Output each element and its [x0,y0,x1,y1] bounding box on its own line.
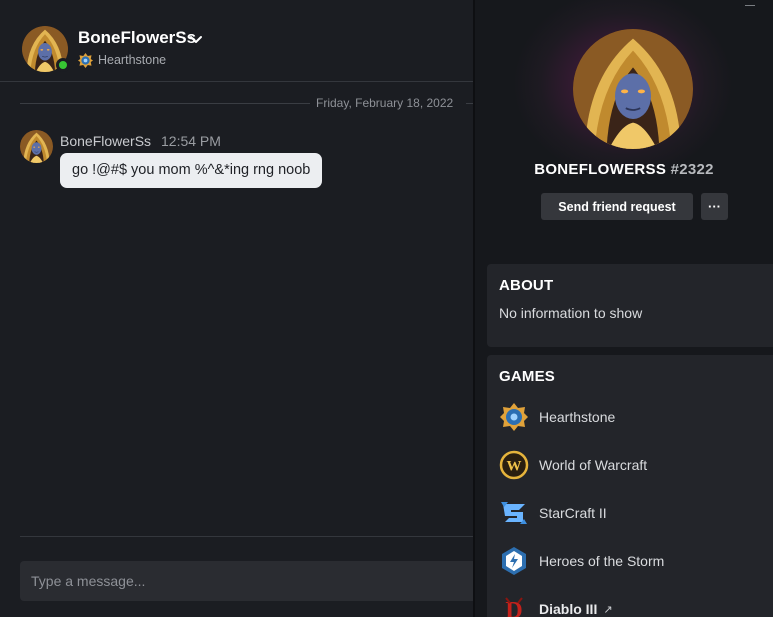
about-text: No information to show [499,305,643,321]
game-label: StarCraft II [539,505,607,521]
hearthstone-icon [78,52,93,68]
date-divider: Friday, February 18, 2022 [20,94,474,112]
profile-banner: BONEFLOWERSS #2322 Send friend request ·… [475,0,773,256]
profile-avatar [573,29,693,149]
game-item-heroes-of-the-storm[interactable]: Heroes of the Storm [499,545,759,577]
about-title: ABOUT [499,277,554,294]
send-friend-request-button[interactable]: Send friend request [541,193,693,220]
profile-pane: BONEFLOWERSS #2322 Send friend request ·… [473,0,773,617]
header-game-status: Hearthstone [78,52,166,68]
date-label: Friday, February 18, 2022 [316,96,454,110]
header-username[interactable]: BoneFlowerSs [78,28,196,48]
game-label: Diablo III [539,601,598,617]
svg-text:W: W [507,459,522,475]
divider-line [20,103,310,104]
starcraft-icon [501,502,527,524]
minimize-icon[interactable] [745,5,755,6]
game-label: Hearthstone [539,409,616,425]
message-avatar[interactable] [20,130,53,163]
diablo-icon: D [505,597,523,617]
profile-tag: #2322 [670,161,714,178]
game-item-hearthstone[interactable]: Hearthstone [499,401,759,433]
wow-icon: W [499,450,529,480]
more-options-button[interactable]: ··· [701,193,728,220]
profile-battletag: BONEFLOWERSS #2322 [475,161,773,178]
chat-header: BoneFlowerSs Hearthstone [0,0,473,82]
hearthstone-icon [500,403,528,431]
compose-divider [20,536,473,537]
message-timestamp: 12:54 PM [161,133,221,149]
external-link-icon: ↗ [603,603,613,616]
heroes-icon [502,547,526,575]
games-card: GAMES Hearthstone W World of Warcraft St… [487,355,773,617]
chevron-down-icon[interactable] [188,32,204,48]
profile-display-name: BONEFLOWERSS [534,161,667,178]
about-card: ABOUT No information to show [487,264,773,347]
game-item-world-of-warcraft[interactable]: W World of Warcraft [499,449,759,481]
online-status-icon [56,58,70,72]
game-item-diablo-iii[interactable]: D Diablo III ↗ [499,593,759,617]
header-game-label: Hearthstone [98,53,167,67]
message-composer [20,561,473,601]
game-item-starcraft-ii[interactable]: StarCraft II [499,497,759,529]
message-author[interactable]: BoneFlowerSs [60,133,151,149]
game-label: Heroes of the Storm [539,553,665,569]
message-bubble: go !@#$ you mom %^&*ing rng noob [60,153,323,188]
game-label: World of Warcraft [539,457,648,473]
message-input[interactable] [20,561,473,601]
chat-pane: BoneFlowerSs Hearthstone Friday, Februar… [0,0,474,617]
games-title: GAMES [499,368,556,385]
